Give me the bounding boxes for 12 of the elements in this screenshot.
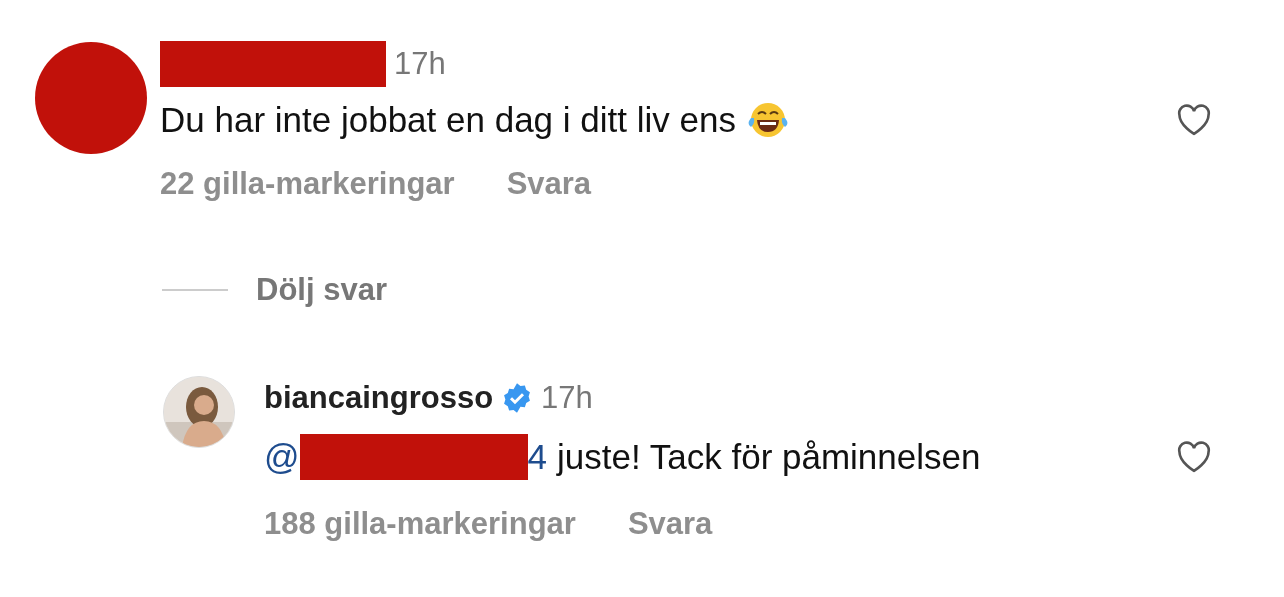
likes-count: 188 gilla-markeringar [264, 506, 576, 542]
mention-link[interactable]: @ [264, 437, 300, 477]
hide-replies-button[interactable]: Dölj svar [256, 272, 387, 308]
heart-icon[interactable] [1176, 104, 1212, 136]
comment-time: 17h [541, 380, 593, 416]
mention-link[interactable]: 4 [527, 437, 547, 477]
username[interactable]: biancaingrosso [264, 380, 494, 416]
heart-icon[interactable] [1176, 441, 1212, 473]
likes-count: 22 gilla-markeringar [160, 166, 455, 202]
comment-text: juste! Tack för påminnelsen [557, 437, 981, 477]
comment-time: 17h [394, 46, 446, 82]
comment-text: Du har inte jobbat en dag i ditt liv ens [160, 100, 736, 140]
